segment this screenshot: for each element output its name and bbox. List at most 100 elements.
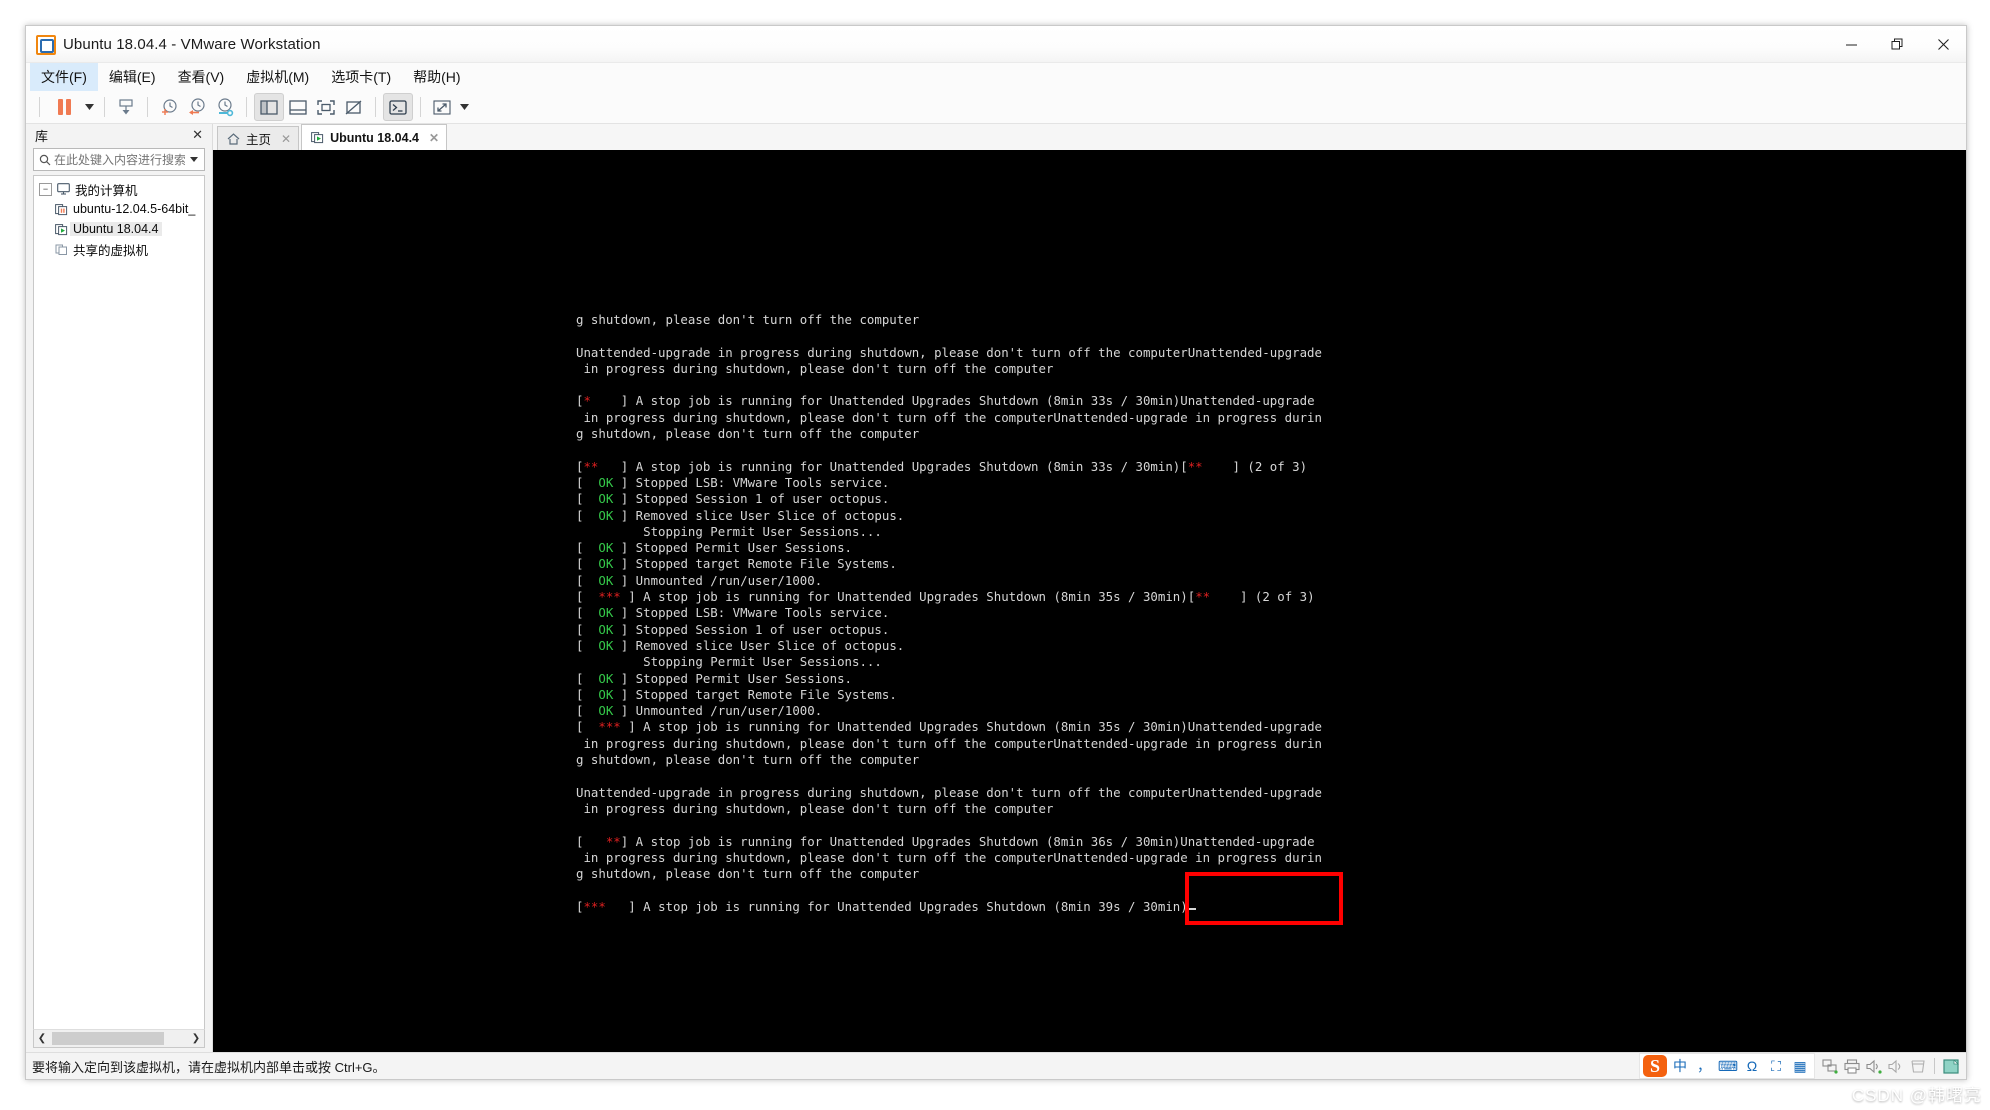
- terminal-line: [ *** ] A stop job is running for Unatte…: [576, 589, 1315, 605]
- menu-bar: 文件(F) 编辑(E) 查看(V) 虚拟机(M) 选项卡(T) 帮助(H): [26, 63, 1966, 91]
- ime-toolbox-icon[interactable]: ▦: [1789, 1056, 1811, 1077]
- stretch-dropdown[interactable]: [456, 94, 472, 120]
- terminal-line: [*** ] A stop job is running for Unatten…: [576, 899, 1966, 915]
- terminal-line: in progress during shutdown, please don'…: [576, 735, 1322, 751]
- show-thumbnail-bar-button[interactable]: [284, 94, 312, 120]
- watermark: CSDN @韩曙亮: [1851, 1086, 1982, 1105]
- terminal-line: [ OK ] Unmounted /run/user/1000.: [576, 572, 823, 588]
- sound-card-icon[interactable]: [1865, 1057, 1883, 1075]
- unity-mode-button[interactable]: [340, 94, 368, 120]
- clock-back-icon: [189, 98, 205, 115]
- menu-help[interactable]: 帮助(H): [402, 63, 471, 91]
- menu-edit[interactable]: 编辑(E): [98, 63, 167, 91]
- vmware-workstation-window: Ubuntu 18.04.4 - VMware Workstation 文件(F…: [25, 25, 1967, 1080]
- terminal-line: [** ] A stop job is running for Unattend…: [576, 458, 1308, 474]
- terminal-line: [ OK ] Unmounted /run/user/1000.: [576, 703, 823, 719]
- library-horizontal-scrollbar[interactable]: ❮ ❯: [33, 1029, 205, 1048]
- tab-close-button[interactable]: ✕: [429, 131, 439, 145]
- tree-item-ubuntu-1804[interactable]: Ubuntu 18.04.4: [34, 219, 204, 239]
- shared-vm-icon: [53, 243, 70, 256]
- search-input[interactable]: [52, 151, 187, 168]
- chevron-down-icon: [84, 104, 94, 110]
- menu-file[interactable]: 文件(F): [30, 63, 98, 91]
- speaker-icon[interactable]: [1887, 1057, 1905, 1075]
- ime-symbol-icon[interactable]: Ω: [1741, 1056, 1763, 1077]
- snapshot-button[interactable]: [112, 94, 140, 120]
- removable-devices-icon[interactable]: [1909, 1057, 1927, 1075]
- network-adapter-icon[interactable]: [1821, 1057, 1839, 1075]
- library-sidebar: 库 ✕ −: [26, 124, 213, 1052]
- vm-running-icon: [311, 131, 324, 144]
- snapshot-icon: [119, 99, 133, 115]
- terminal-line: [ OK ] Stopped target Remote File System…: [576, 556, 897, 572]
- system-tray: S 中 ， ⌨ Ω ⛶ ▦: [1639, 1053, 1966, 1079]
- tab-home[interactable]: 主页 ✕: [217, 126, 300, 150]
- terminal-line: g shutdown, please don't turn off the co…: [576, 426, 920, 442]
- close-icon: [1937, 38, 1949, 50]
- minimize-icon: [1845, 44, 1857, 45]
- vm-console-screen[interactable]: g shutdown, please don't turn off the co…: [213, 150, 1966, 1052]
- tab-label: Ubuntu 18.04.4: [330, 130, 419, 145]
- tree-item-ubuntu-1204[interactable]: ubuntu-12.04.5-64bit_: [34, 199, 204, 219]
- status-message: 要将输入定向到该虚拟机，请在虚拟机内部单击或按 Ctrl+G。: [32, 1059, 386, 1075]
- ime-mode-chinese-icon[interactable]: 中: [1669, 1056, 1691, 1077]
- suspend-button[interactable]: [47, 94, 81, 120]
- terminal-line: g shutdown, please don't turn off the co…: [576, 312, 920, 327]
- window-controls: [1828, 26, 1966, 62]
- scrollbar-track[interactable]: [50, 1031, 188, 1046]
- manage-snapshots-button[interactable]: [211, 94, 239, 120]
- console-view-button[interactable]: [383, 93, 413, 121]
- vm-device-status: [1815, 1057, 1966, 1075]
- revert-snapshot-button[interactable]: [183, 94, 211, 120]
- scrollbar-thumb[interactable]: [52, 1032, 164, 1045]
- toolbar-separator: [375, 97, 376, 117]
- power-dropdown[interactable]: [81, 94, 97, 120]
- printer-icon[interactable]: [1843, 1057, 1861, 1075]
- show-library-button[interactable]: [254, 93, 284, 121]
- sogou-logo-icon[interactable]: S: [1643, 1055, 1667, 1077]
- scroll-right-arrow[interactable]: ❯: [188, 1031, 204, 1046]
- terminal-line: [ OK ] Stopped target Remote File System…: [576, 686, 897, 702]
- terminal-cursor: [1187, 907, 1196, 910]
- clock-plus-icon: [162, 99, 177, 115]
- terminal-line: [* ] A stop job is running for Unattende…: [576, 393, 1315, 409]
- terminal-line: Unattended-upgrade in progress during sh…: [576, 784, 1322, 800]
- ime-punctuation-icon[interactable]: ，: [1693, 1056, 1715, 1077]
- full-screen-button[interactable]: [312, 94, 340, 120]
- expand-arrows-icon: [433, 99, 451, 115]
- terminal-line: in progress during shutdown, please don'…: [576, 800, 1054, 816]
- scroll-left-arrow[interactable]: ❮: [34, 1031, 50, 1046]
- ime-screenshot-icon[interactable]: ⛶: [1765, 1056, 1787, 1077]
- menu-view[interactable]: 查看(V): [167, 63, 236, 91]
- ime-soft-keyboard-icon[interactable]: ⌨: [1717, 1056, 1739, 1077]
- library-search-box[interactable]: [33, 148, 205, 171]
- title-bar: Ubuntu 18.04.4 - VMware Workstation: [26, 26, 1966, 63]
- terminal-line: [ OK ] Stopped Permit User Sessions.: [576, 670, 853, 686]
- library-close-button[interactable]: ✕: [189, 127, 206, 143]
- vm-display-icon[interactable]: [1942, 1057, 1960, 1075]
- close-button[interactable]: [1920, 26, 1966, 62]
- panel-bottom-icon: [289, 99, 307, 115]
- search-dropdown-button[interactable]: [187, 155, 201, 164]
- restore-button[interactable]: [1874, 26, 1920, 62]
- tree-item-label: Ubuntu 18.04.4: [70, 222, 162, 236]
- stretch-button[interactable]: [428, 94, 456, 120]
- home-icon: [227, 132, 240, 145]
- search-icon: [37, 154, 52, 166]
- expander-icon[interactable]: −: [39, 182, 52, 196]
- pause-icon: [57, 99, 71, 115]
- minimize-button[interactable]: [1828, 26, 1874, 62]
- terminal-line: [ OK ] Stopped LSB: VMware Tools service…: [576, 474, 890, 490]
- menu-tabs[interactable]: 选项卡(T): [320, 63, 402, 91]
- tree-item-my-computer[interactable]: − 我的计算机: [34, 179, 204, 199]
- menu-vm[interactable]: 虚拟机(M): [235, 63, 320, 91]
- terminal-line: g shutdown, please don't turn off the co…: [576, 866, 920, 882]
- tab-close-button[interactable]: ✕: [281, 132, 291, 146]
- vm-running-icon: [53, 223, 70, 236]
- content-area: 主页 ✕ Ubuntu 18.04.4 ✕ g shutdown, please…: [213, 124, 1966, 1052]
- terminal-output: g shutdown, please don't turn off the co…: [576, 312, 1966, 915]
- tab-ubuntu-1804[interactable]: Ubuntu 18.04.4 ✕: [301, 124, 448, 150]
- take-snapshot-button[interactable]: [155, 94, 183, 120]
- tree-item-shared-vms[interactable]: 共享的虚拟机: [34, 239, 204, 259]
